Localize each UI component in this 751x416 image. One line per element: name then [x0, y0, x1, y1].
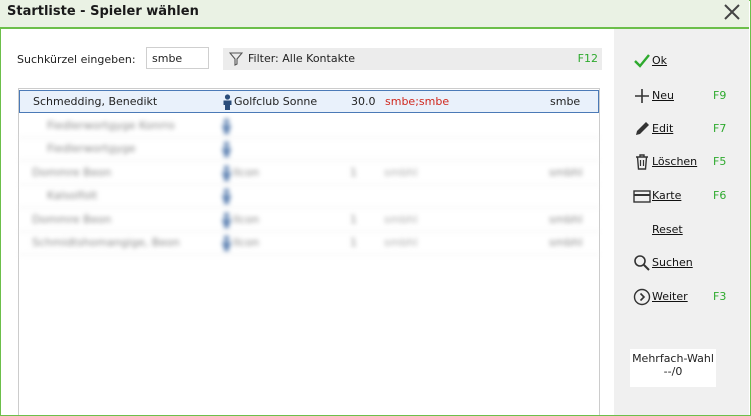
- filter-icon: [228, 52, 244, 69]
- person-icon: [221, 141, 232, 160]
- player-hcp: 1: [350, 166, 357, 179]
- player-club: Ilcon: [233, 236, 260, 249]
- player-name: Schmidtshomangige, Beon: [32, 236, 180, 249]
- table-row[interactable]: Dommre Beon Ilcon 1 smbhl smbhl: [19, 162, 599, 185]
- edit-button[interactable]: Edit F7: [614, 116, 749, 142]
- check-icon: [632, 51, 652, 71]
- person-icon: [221, 235, 232, 254]
- table-row[interactable]: Schmidtshomangige, Beon Ilcon 1 smbhl sm…: [19, 232, 599, 255]
- table-row[interactable]: Dommre Beon Ilcon 1 smbhl smbhl: [19, 209, 599, 232]
- player-code: smbhl: [384, 213, 418, 226]
- card-button[interactable]: Karte F6: [614, 183, 749, 209]
- reset-label: Reset: [652, 223, 683, 236]
- close-icon[interactable]: [721, 1, 743, 23]
- player-name: Fiedlerwortgyge: [47, 142, 136, 155]
- new-button[interactable]: Neu F9: [614, 83, 749, 109]
- person-icon: [221, 165, 232, 184]
- delete-button[interactable]: Löschen F5: [614, 149, 749, 175]
- delete-label: Löschen: [652, 155, 698, 168]
- player-code: smbhl: [384, 166, 418, 179]
- new-label: Neu: [652, 89, 674, 102]
- player-list[interactable]: Schmedding, Benedikt Golfclub Sonne 30.0…: [18, 88, 600, 415]
- title-bar: Startliste - Spieler wählen: [0, 0, 749, 29]
- player-name: Schmedding, Benedikt: [33, 95, 158, 108]
- edit-shortcut: F7: [713, 122, 727, 135]
- player-hcp: 30.0: [351, 95, 376, 108]
- arrow-right-circle-icon: [632, 287, 652, 307]
- table-row[interactable]: Fiedlerwortgyge Konrro: [19, 115, 599, 138]
- search-label: Suchkürzel eingeben:: [17, 53, 136, 66]
- card-icon: [632, 186, 652, 206]
- player-hcp: 1: [350, 236, 357, 249]
- ok-button[interactable]: Ok: [614, 48, 749, 74]
- person-icon: [221, 118, 232, 137]
- delete-shortcut: F5: [713, 155, 727, 168]
- person-icon: [222, 94, 233, 113]
- player-short: smbhl: [549, 236, 583, 249]
- search-input[interactable]: [146, 47, 209, 69]
- filter-bar[interactable]: Filter: Alle Kontakte F12: [223, 48, 602, 70]
- player-hcp: 1: [350, 213, 357, 226]
- player-name: Dommre Beon: [32, 166, 112, 179]
- card-shortcut: F6: [713, 189, 727, 202]
- player-name: Kalsolfolt: [47, 189, 98, 202]
- plus-icon: [632, 86, 652, 106]
- player-club: Ilcon: [233, 213, 260, 226]
- player-short: smbhl: [549, 166, 583, 179]
- table-row[interactable]: Kalsolfolt: [19, 185, 599, 208]
- table-row-selected[interactable]: Schmedding, Benedikt Golfclub Sonne 30.0…: [19, 90, 599, 113]
- player-short: smbe: [550, 95, 581, 108]
- person-icon: [221, 188, 232, 207]
- multi-select-count: --/0: [663, 365, 683, 378]
- player-short: smbhl: [549, 213, 583, 226]
- player-club: Ilcon: [233, 166, 260, 179]
- filter-shortcut: F12: [577, 52, 598, 65]
- new-shortcut: F9: [713, 89, 727, 102]
- player-club: Golfclub Sonne: [234, 95, 318, 108]
- table-row[interactable]: Fiedlerwortgyge: [19, 138, 599, 161]
- trash-icon: [632, 152, 652, 172]
- ok-label: Ok: [652, 54, 668, 67]
- search-button[interactable]: Suchen: [614, 250, 749, 276]
- card-label: Karte: [652, 189, 682, 202]
- reset-button[interactable]: Reset: [614, 217, 749, 243]
- search-icon: [632, 253, 652, 273]
- multi-select-title: Mehrfach-Wahl: [632, 352, 714, 365]
- player-code: smbhl: [384, 236, 418, 249]
- person-icon: [221, 212, 232, 231]
- filter-text: Filter: Alle Kontakte: [248, 52, 356, 65]
- action-sidebar: Ok Neu F9 Edit F7 Löschen F5 Karte F6 Re…: [614, 29, 749, 415]
- pencil-icon: [632, 119, 652, 139]
- player-code: smbe;smbe: [385, 95, 450, 108]
- window-title: Startliste - Spieler wählen: [7, 4, 199, 19]
- player-name: Dommre Beon: [32, 213, 112, 226]
- next-shortcut: F3: [713, 290, 727, 303]
- multi-select-box: Mehrfach-Wahl --/0: [630, 349, 716, 387]
- edit-label: Edit: [652, 122, 674, 135]
- player-name: Fiedlerwortgyge Konrro: [47, 119, 175, 132]
- next-label: Weiter: [652, 290, 688, 303]
- next-button[interactable]: Weiter F3: [614, 284, 749, 310]
- search-label-btn: Suchen: [652, 256, 693, 269]
